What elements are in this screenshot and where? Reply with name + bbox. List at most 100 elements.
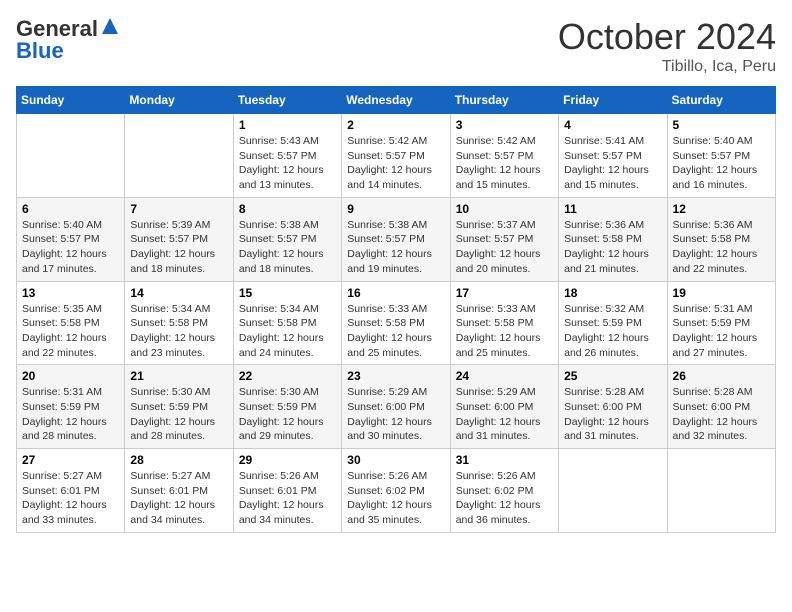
calendar-cell: 6 Sunrise: 5:40 AMSunset: 5:57 PMDaylight… [17,197,125,281]
day-info: Sunrise: 5:42 AMSunset: 5:57 PMDaylight:… [456,134,553,193]
day-info: Sunrise: 5:26 AMSunset: 6:01 PMDaylight:… [239,469,336,528]
day-header-tuesday: Tuesday [233,87,341,114]
day-info: Sunrise: 5:43 AMSunset: 5:57 PMDaylight:… [239,134,336,193]
calendar-cell: 14 Sunrise: 5:34 AMSunset: 5:58 PMDayligh… [125,281,233,365]
day-number: 14 [130,286,227,300]
calendar-cell: 11 Sunrise: 5:36 AMSunset: 5:58 PMDayligh… [559,197,667,281]
page-header: General Blue October 2024 Tibillo, Ica, … [16,16,776,76]
day-info: Sunrise: 5:30 AMSunset: 5:59 PMDaylight:… [130,385,227,444]
day-info: Sunrise: 5:40 AMSunset: 5:57 PMDaylight:… [673,134,770,193]
calendar-week-3: 13Sunrise: 5:35 AMSunset: 5:58 PMDayligh… [17,281,776,365]
logo-blue-text: Blue [16,38,64,63]
calendar-cell: 7 Sunrise: 5:39 AMSunset: 5:57 PMDaylight… [125,197,233,281]
day-info: Sunrise: 5:29 AMSunset: 6:00 PMDaylight:… [347,385,444,444]
day-number: 28 [130,453,227,467]
calendar-cell: 28 Sunrise: 5:27 AMSunset: 6:01 PMDayligh… [125,449,233,533]
calendar-body: 1 Sunrise: 5:43 AMSunset: 5:57 PMDaylight… [17,114,776,533]
day-number: 18 [564,286,661,300]
day-number: 29 [239,453,336,467]
day-info: Sunrise: 5:38 AMSunset: 5:57 PMDaylight:… [347,218,444,277]
calendar-cell [559,449,667,533]
day-info: Sunrise: 5:39 AMSunset: 5:57 PMDaylight:… [130,218,227,277]
calendar-cell: 17 Sunrise: 5:33 AMSunset: 5:58 PMDayligh… [450,281,558,365]
day-number: 15 [239,286,336,300]
day-info: Sunrise: 5:41 AMSunset: 5:57 PMDaylight:… [564,134,661,193]
day-number: 11 [564,202,661,216]
day-info: Sunrise: 5:34 AMSunset: 5:58 PMDaylight:… [239,302,336,361]
day-number: 19 [673,286,770,300]
calendar-cell [125,114,233,198]
calendar-cell: 15 Sunrise: 5:34 AMSunset: 5:58 PMDayligh… [233,281,341,365]
day-info: Sunrise: 5:36 AMSunset: 5:58 PMDaylight:… [673,218,770,277]
calendar-week-1: 1 Sunrise: 5:43 AMSunset: 5:57 PMDaylight… [17,114,776,198]
calendar-cell: 13Sunrise: 5:35 AMSunset: 5:58 PMDayligh… [17,281,125,365]
calendar-header-row: SundayMondayTuesdayWednesdayThursdayFrid… [17,87,776,114]
day-header-saturday: Saturday [667,87,775,114]
calendar-cell: 20Sunrise: 5:31 AMSunset: 5:59 PMDayligh… [17,365,125,449]
month-title: October 2024 [558,16,776,58]
day-info: Sunrise: 5:40 AMSunset: 5:57 PMDaylight:… [22,218,119,277]
title-area: October 2024 Tibillo, Ica, Peru [558,16,776,76]
calendar-cell: 22 Sunrise: 5:30 AMSunset: 5:59 PMDayligh… [233,365,341,449]
calendar-cell: 4Sunrise: 5:41 AMSunset: 5:57 PMDaylight… [559,114,667,198]
calendar-cell: 8 Sunrise: 5:38 AMSunset: 5:57 PMDaylight… [233,197,341,281]
day-number: 17 [456,286,553,300]
day-info: Sunrise: 5:38 AMSunset: 5:57 PMDaylight:… [239,218,336,277]
day-info: Sunrise: 5:27 AMSunset: 6:01 PMDaylight:… [22,469,119,528]
calendar-cell: 25Sunrise: 5:28 AMSunset: 6:00 PMDayligh… [559,365,667,449]
day-info: Sunrise: 5:36 AMSunset: 5:58 PMDaylight:… [564,218,661,277]
calendar-cell: 9Sunrise: 5:38 AMSunset: 5:57 PMDaylight… [342,197,450,281]
calendar-cell: 29 Sunrise: 5:26 AMSunset: 6:01 PMDayligh… [233,449,341,533]
day-number: 30 [347,453,444,467]
day-header-thursday: Thursday [450,87,558,114]
calendar-cell: 2Sunrise: 5:42 AMSunset: 5:57 PMDaylight… [342,114,450,198]
day-header-sunday: Sunday [17,87,125,114]
day-number: 6 [22,202,119,216]
day-info: Sunrise: 5:26 AMSunset: 6:02 PMDaylight:… [456,469,553,528]
logo: General Blue [16,16,120,62]
calendar-week-4: 20Sunrise: 5:31 AMSunset: 5:59 PMDayligh… [17,365,776,449]
day-info: Sunrise: 5:37 AMSunset: 5:57 PMDaylight:… [456,218,553,277]
day-info: Sunrise: 5:27 AMSunset: 6:01 PMDaylight:… [130,469,227,528]
day-number: 22 [239,369,336,383]
day-info: Sunrise: 5:35 AMSunset: 5:58 PMDaylight:… [22,302,119,361]
calendar-cell: 19 Sunrise: 5:31 AMSunset: 5:59 PMDayligh… [667,281,775,365]
calendar-cell: 12Sunrise: 5:36 AMSunset: 5:58 PMDayligh… [667,197,775,281]
calendar-cell: 27 Sunrise: 5:27 AMSunset: 6:01 PMDayligh… [17,449,125,533]
day-number: 21 [130,369,227,383]
day-number: 31 [456,453,553,467]
calendar-cell: 10 Sunrise: 5:37 AMSunset: 5:57 PMDayligh… [450,197,558,281]
calendar-cell: 16 Sunrise: 5:33 AMSunset: 5:58 PMDayligh… [342,281,450,365]
day-info: Sunrise: 5:28 AMSunset: 6:00 PMDaylight:… [673,385,770,444]
day-number: 7 [130,202,227,216]
day-info: Sunrise: 5:33 AMSunset: 5:58 PMDaylight:… [347,302,444,361]
calendar-cell [667,449,775,533]
calendar-table: SundayMondayTuesdayWednesdayThursdayFrid… [16,86,776,533]
day-number: 23 [347,369,444,383]
day-number: 16 [347,286,444,300]
day-number: 25 [564,369,661,383]
day-number: 10 [456,202,553,216]
day-info: Sunrise: 5:33 AMSunset: 5:58 PMDaylight:… [456,302,553,361]
day-number: 26 [673,369,770,383]
calendar-cell: 3Sunrise: 5:42 AMSunset: 5:57 PMDaylight… [450,114,558,198]
day-info: Sunrise: 5:29 AMSunset: 6:00 PMDaylight:… [456,385,553,444]
day-number: 5 [673,118,770,132]
day-info: Sunrise: 5:30 AMSunset: 5:59 PMDaylight:… [239,385,336,444]
calendar-cell: 1 Sunrise: 5:43 AMSunset: 5:57 PMDaylight… [233,114,341,198]
calendar-cell: 24Sunrise: 5:29 AMSunset: 6:00 PMDayligh… [450,365,558,449]
day-header-friday: Friday [559,87,667,114]
calendar-cell [17,114,125,198]
day-number: 1 [239,118,336,132]
calendar-cell: 18Sunrise: 5:32 AMSunset: 5:59 PMDayligh… [559,281,667,365]
calendar-cell: 26 Sunrise: 5:28 AMSunset: 6:00 PMDayligh… [667,365,775,449]
day-number: 27 [22,453,119,467]
calendar-week-2: 6 Sunrise: 5:40 AMSunset: 5:57 PMDaylight… [17,197,776,281]
day-number: 8 [239,202,336,216]
day-header-wednesday: Wednesday [342,87,450,114]
day-info: Sunrise: 5:31 AMSunset: 5:59 PMDaylight:… [673,302,770,361]
day-info: Sunrise: 5:34 AMSunset: 5:58 PMDaylight:… [130,302,227,361]
day-info: Sunrise: 5:26 AMSunset: 6:02 PMDaylight:… [347,469,444,528]
calendar-cell: 31 Sunrise: 5:26 AMSunset: 6:02 PMDayligh… [450,449,558,533]
logo-icon [100,16,120,36]
